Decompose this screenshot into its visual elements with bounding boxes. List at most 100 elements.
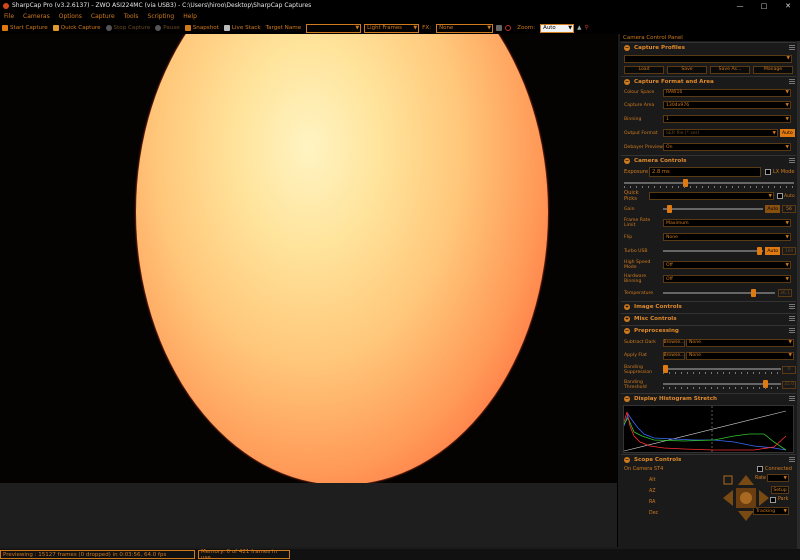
- tracking-select[interactable]: Tracking ▼: [753, 507, 789, 515]
- load-button[interactable]: Load: [624, 65, 664, 74]
- menu-tools[interactable]: Tools: [124, 13, 139, 20]
- camera-controls-header[interactable]: − Camera Controls: [621, 156, 796, 166]
- gain-auto-button[interactable]: Auto: [765, 205, 781, 213]
- histogram-header[interactable]: − Display Histogram Stretch: [621, 394, 796, 404]
- turbo-usb-label: Turbo USB: [624, 248, 648, 254]
- arrow-down-icon[interactable]: [738, 511, 754, 521]
- connected-checkbox[interactable]: [757, 466, 763, 472]
- capture-profiles-section: − Capture Profiles ▼ Load Save Save As...…: [621, 42, 796, 75]
- stop-slew-icon[interactable]: [740, 492, 752, 504]
- misc-controls-section: + Misc Controls: [621, 313, 796, 324]
- target-icon[interactable]: [723, 475, 733, 485]
- menu-help[interactable]: Help: [183, 13, 197, 20]
- debayer-preview-select[interactable]: On ▼: [663, 143, 791, 151]
- arrow-up-icon[interactable]: [738, 475, 754, 485]
- panel-title: Camera Control Panel: [620, 34, 800, 41]
- banding-threshold-slider[interactable]: [662, 379, 781, 390]
- output-format-select[interactable]: SER file (*.ser) ▼: [663, 129, 778, 137]
- manage-button[interactable]: Manage: [753, 65, 793, 74]
- histogram-display[interactable]: [623, 405, 794, 453]
- quick-capture-button[interactable]: Quick Capture: [52, 25, 101, 31]
- hardware-binning-select[interactable]: Off ▼: [663, 275, 791, 283]
- capture-area-select[interactable]: 1304x976 ▼: [663, 101, 791, 109]
- exposure-input[interactable]: 2.8 ms: [649, 167, 761, 177]
- menu-file[interactable]: File: [4, 13, 14, 20]
- toolbar: Start Capture Quick Capture Stop Capture…: [0, 22, 800, 34]
- magnifier-icon[interactable]: ⚲: [584, 25, 588, 31]
- histogram-icon[interactable]: ▲: [577, 25, 581, 31]
- pause-button[interactable]: Pause: [155, 25, 180, 31]
- exposure-auto-checkbox[interactable]: [777, 193, 783, 199]
- preprocessing-header[interactable]: − Preprocessing: [621, 326, 796, 336]
- apply-flat-select[interactable]: None ▼: [686, 351, 794, 360]
- maximize-icon[interactable]: □: [752, 0, 776, 11]
- subtract-dark-select[interactable]: None ▼: [686, 338, 794, 347]
- menu-icon[interactable]: [789, 328, 795, 333]
- menu-capture[interactable]: Capture: [91, 13, 115, 20]
- output-format-auto-button[interactable]: Auto: [780, 129, 795, 137]
- misc-controls-header[interactable]: + Misc Controls: [621, 314, 796, 324]
- colour-space-select[interactable]: RAW16 ▼: [663, 88, 791, 97]
- banding-suppression-value[interactable]: 0: [782, 365, 796, 374]
- preview-status: Previewing : 15127 frames (0 dropped) in…: [0, 550, 195, 559]
- park-checkbox[interactable]: [770, 497, 776, 503]
- gain-value[interactable]: 56: [782, 205, 797, 213]
- menu-icon[interactable]: [789, 79, 795, 84]
- save-as-button[interactable]: Save As...: [710, 65, 750, 74]
- rate-select[interactable]: ▼: [767, 474, 789, 482]
- menu-icon[interactable]: [789, 158, 795, 163]
- arrow-right-icon[interactable]: [759, 490, 769, 506]
- image-controls-header[interactable]: + Image Controls: [621, 302, 796, 312]
- status-bar: Previewing : 15127 frames (0 dropped) in…: [0, 549, 800, 560]
- stop-icon: [105, 25, 112, 31]
- menu-scripting[interactable]: Scripting: [148, 13, 175, 20]
- capture-format-header[interactable]: − Capture Format and Area: [621, 77, 796, 87]
- banding-suppression-slider[interactable]: [662, 364, 781, 375]
- frame-rate-limit-select[interactable]: Maximum ▼: [663, 219, 791, 227]
- menu-icon[interactable]: [789, 396, 795, 401]
- turbo-usb-slider[interactable]: [662, 246, 763, 257]
- image-viewport[interactable]: [0, 34, 618, 547]
- subtract-dark-browse-button[interactable]: Browse...: [663, 338, 685, 347]
- quick-picks-select[interactable]: ▼: [649, 192, 774, 200]
- arrow-left-icon[interactable]: [723, 490, 733, 506]
- profile-select[interactable]: ▼: [624, 54, 792, 63]
- high-speed-mode-select[interactable]: Off ▼: [663, 261, 791, 269]
- flip-select[interactable]: None ▼: [663, 233, 791, 241]
- menu-icon[interactable]: [789, 457, 795, 462]
- binning-select[interactable]: 1 ▼: [663, 115, 791, 123]
- setup-button[interactable]: Setup: [771, 486, 789, 494]
- menu-icon[interactable]: [789, 304, 795, 309]
- fx-settings-icon[interactable]: [496, 25, 503, 31]
- start-capture-button[interactable]: Start Capture: [2, 25, 48, 31]
- banding-threshold-value[interactable]: 35.0: [782, 380, 796, 389]
- save-button[interactable]: Save: [667, 65, 707, 74]
- scope-controls-section: − Scope Controls On Camera ST4 Connected …: [621, 454, 796, 535]
- gain-slider-knob[interactable]: [666, 204, 672, 213]
- frame-type-select[interactable]: Light Frames ▼: [364, 23, 420, 33]
- snapshot-button[interactable]: Snapshot: [184, 25, 219, 31]
- stop-capture-button[interactable]: Stop Capture: [105, 25, 150, 31]
- scope-controls-header[interactable]: − Scope Controls: [621, 455, 796, 465]
- lx-mode-checkbox[interactable]: [765, 169, 771, 175]
- menu-icon[interactable]: [789, 45, 795, 50]
- fx-select[interactable]: None ▼: [436, 23, 494, 33]
- close-icon[interactable]: ✕: [776, 0, 800, 11]
- menu-icon[interactable]: [789, 316, 795, 321]
- frame-rate-limit-label: Frame Rate Limit: [624, 218, 651, 228]
- turbo-usb-value[interactable]: 100: [782, 247, 797, 255]
- gain-slider[interactable]: [662, 204, 763, 215]
- turbo-usb-slider-knob[interactable]: [756, 246, 762, 255]
- capture-profiles-header[interactable]: − Capture Profiles: [621, 43, 796, 53]
- live-stack-button[interactable]: Live Stack: [223, 25, 261, 31]
- menu-cameras[interactable]: Cameras: [23, 13, 50, 20]
- exposure-slider[interactable]: [621, 178, 796, 190]
- turbo-usb-auto-button[interactable]: Auto: [765, 247, 781, 255]
- zoom-select[interactable]: Auto ▼: [540, 23, 575, 33]
- apply-flat-browse-button[interactable]: Browse...: [663, 351, 685, 360]
- target-name-input[interactable]: ▼: [306, 23, 362, 33]
- blue-histogram: [624, 413, 786, 451]
- menu-options[interactable]: Options: [59, 13, 82, 20]
- minimize-icon[interactable]: —: [728, 0, 752, 11]
- fx-clear-icon[interactable]: [505, 25, 512, 31]
